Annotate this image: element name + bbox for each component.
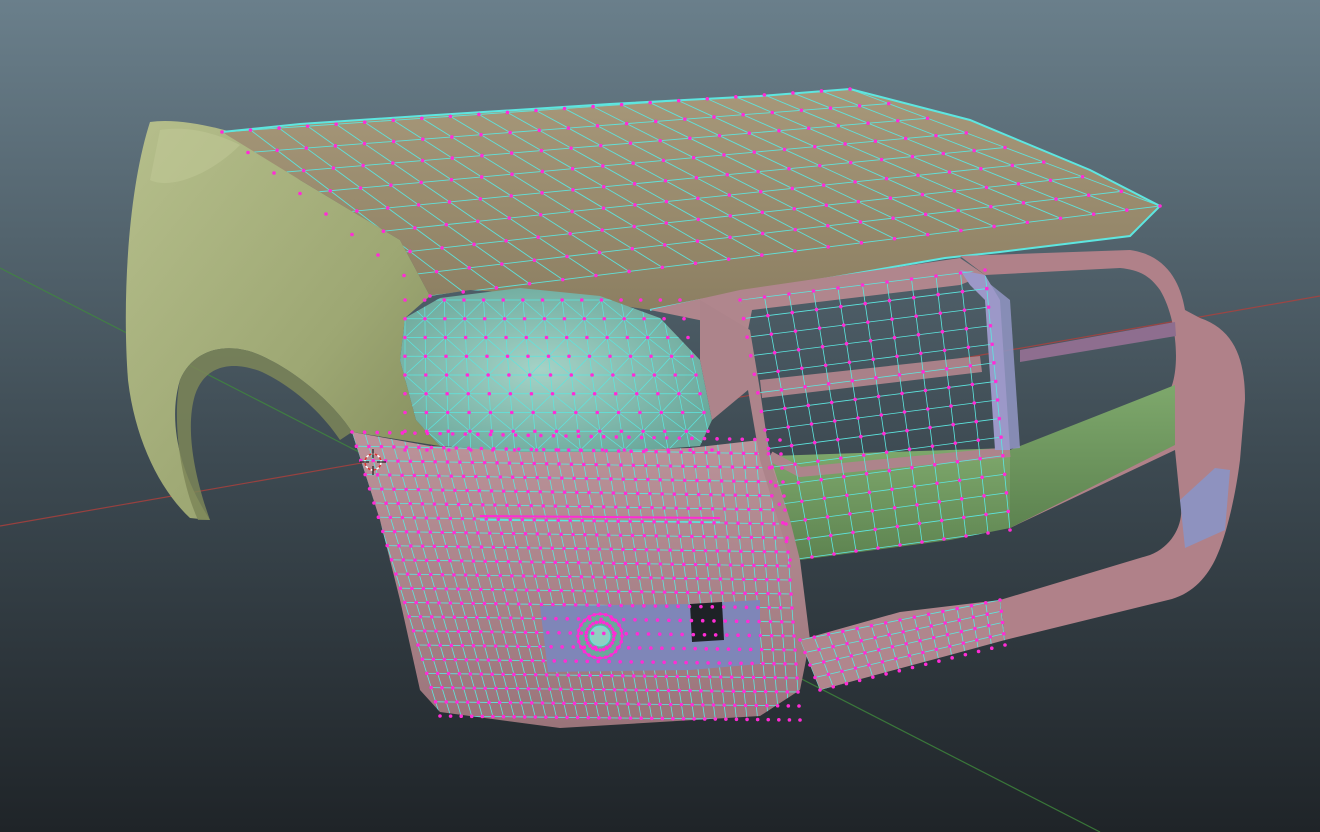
bumper-front-mesh[interactable] [352, 432, 810, 728]
viewport-canvas[interactable] [0, 0, 1320, 832]
3d-viewport[interactable] [0, 0, 1320, 832]
